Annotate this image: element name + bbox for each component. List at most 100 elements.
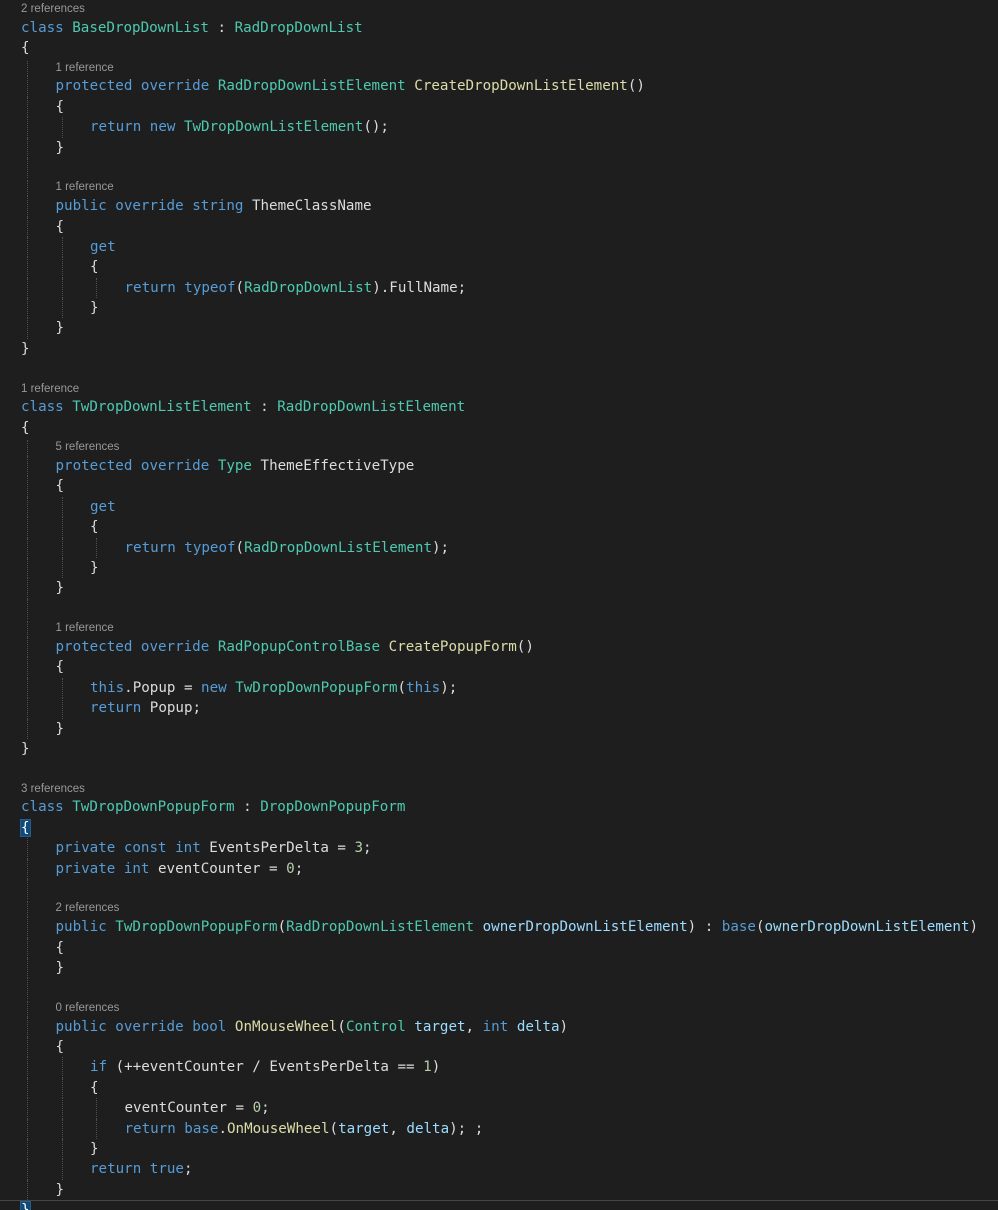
code-token: override (115, 198, 184, 215)
code-token: return (124, 1120, 176, 1137)
code-line: class TwDropDownListElement : RadDropDow… (0, 397, 998, 417)
code-token: protected (55, 458, 133, 475)
code-line: private const int EventsPerDelta = 3; (0, 838, 998, 859)
code-token: int (482, 1018, 509, 1035)
code-line: } (0, 739, 998, 759)
codelens-references[interactable]: 1 reference (0, 180, 998, 197)
code-text: { (56, 97, 65, 117)
code-line: return typeof(RadDropDownListElement); (0, 537, 998, 558)
indent-guide (27, 978, 28, 999)
indent-guide (27, 598, 28, 620)
indent-guide (27, 937, 28, 958)
code-text: } (56, 719, 65, 739)
code-token: } (55, 320, 65, 337)
codelens-label[interactable]: 2 references (21, 2, 85, 18)
indent-guide (27, 1118, 28, 1139)
indent-guide (27, 277, 28, 299)
code-line: } (0, 318, 998, 339)
codelens-references[interactable]: 5 references (0, 440, 998, 457)
code-text: { (90, 517, 99, 537)
indent-guide (61, 677, 63, 699)
code-line: { (0, 937, 998, 958)
codelens-references[interactable]: 3 references (0, 782, 998, 798)
codelens-label[interactable]: 1 reference (21, 382, 79, 398)
codelens-label[interactable]: 0 references (56, 1001, 120, 1017)
code-line: } (0, 137, 998, 158)
code-token: eventCounter = (149, 860, 287, 877)
code-lines: 2 references class BaseDropDownList : Rad… (0, 0, 998, 1210)
code-line: get (0, 236, 998, 258)
codelens-label[interactable]: 1 reference (56, 180, 114, 196)
code-line: eventCounter = 0; (0, 1098, 998, 1119)
indent-guide (27, 117, 28, 138)
indent-guide (27, 318, 28, 339)
code-text: eventCounter = 0; (125, 1098, 270, 1118)
codelens-references[interactable]: 1 reference (0, 382, 998, 398)
code-token: } (21, 740, 30, 757)
codelens-references[interactable]: 1 reference (0, 60, 998, 77)
indent-guide (27, 657, 28, 678)
codelens-label[interactable]: 5 references (56, 440, 120, 456)
code-token: Type (217, 458, 252, 475)
code-line: } (0, 718, 998, 739)
code-line: { (0, 418, 998, 438)
code-token: ( (277, 919, 287, 936)
indent-guide (27, 1077, 28, 1099)
code-text: this.Popup = new TwDropDownPopupForm(thi… (90, 678, 457, 698)
indent-guide (61, 277, 63, 299)
code-line: protected override RadDropDownListElemen… (0, 76, 998, 97)
indent-guide (27, 1016, 28, 1037)
code-text: { (56, 938, 65, 958)
indent-guide (61, 1159, 63, 1180)
code-token: .Popup = (124, 679, 202, 696)
codelens-references[interactable]: 2 references (0, 901, 998, 918)
codelens-label[interactable]: 2 references (56, 901, 120, 917)
codelens-label[interactable]: 1 reference (56, 61, 114, 77)
code-line: public override string ThemeClassName (0, 196, 998, 217)
code-token: ; (183, 1161, 193, 1178)
code-text: } (90, 558, 99, 578)
code-text: return new TwDropDownListElement(); (90, 117, 389, 137)
code-token: BaseDropDownList (72, 19, 209, 36)
code-text: { (56, 657, 65, 677)
code-line: get (0, 496, 998, 518)
code-token: return (90, 1161, 142, 1178)
code-token: ); (432, 539, 450, 556)
codelens-references[interactable]: 1 reference (0, 621, 998, 637)
code-token: private (55, 840, 116, 857)
code-token: class (21, 19, 64, 36)
code-token: RadPopupControlBase (217, 638, 381, 655)
indent-guide (27, 621, 28, 637)
code-token: TwDropDownPopupForm (115, 919, 278, 936)
code-text: } (56, 138, 65, 158)
indent-guide (27, 958, 28, 979)
code-token: ThemeEffectiveType (251, 458, 415, 475)
code-token: ) (969, 919, 979, 936)
code-token: ; (261, 1100, 270, 1117)
code-token: { (55, 478, 65, 495)
code-text: } (56, 318, 65, 338)
code-line: { (0, 1077, 998, 1099)
code-token: } (20, 1201, 31, 1210)
codelens-label[interactable]: 3 references (21, 782, 85, 798)
code-text: return typeof(RadDropDownListElement); (125, 538, 450, 558)
code-editor[interactable]: 2 references class BaseDropDownList : Rad… (0, 0, 998, 1210)
code-text: public TwDropDownPopupForm(RadDropDownLi… (56, 917, 979, 937)
codelens-references[interactable]: 0 references (0, 1000, 998, 1017)
indent-guide (27, 440, 28, 457)
code-token: OnMouseWheel (227, 1120, 330, 1137)
codelens-references[interactable]: 2 references (0, 2, 998, 18)
codelens-label[interactable]: 1 reference (56, 621, 114, 637)
